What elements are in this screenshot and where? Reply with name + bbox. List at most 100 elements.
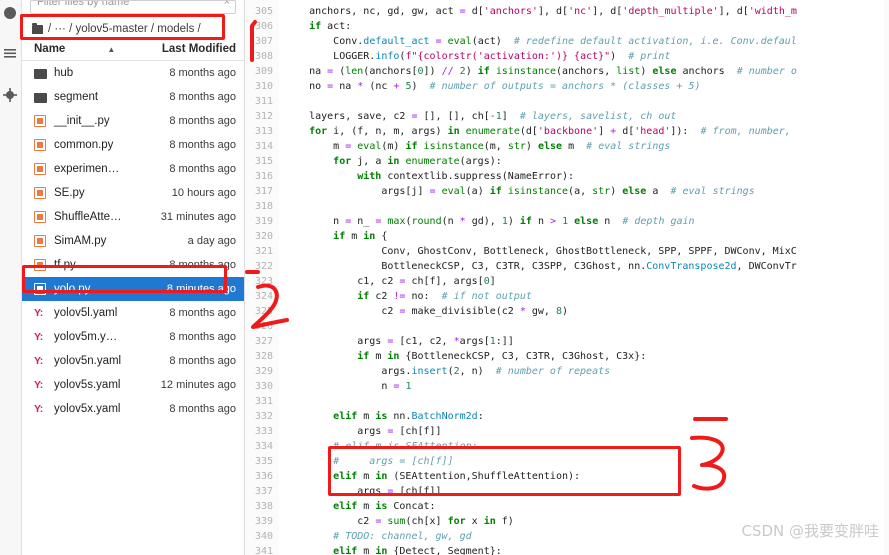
code-token: , n)	[459, 366, 496, 377]
code-line[interactable]: args.insert(2, n) # number of repeats	[285, 364, 889, 379]
code-token: c2	[369, 291, 394, 302]
code-line[interactable]: for i, (f, n, m, args) in enumerate(d['b…	[285, 124, 889, 139]
code-line[interactable]: n = n_ = max(round(n * gd), 1) if n > 1 …	[285, 214, 889, 229]
code-line[interactable]: elif m in {Detect, Segment}:	[285, 544, 889, 555]
file-row[interactable]: common.py 8 months ago	[22, 133, 244, 157]
code-line[interactable]: if act:	[285, 19, 889, 34]
clear-filter-icon[interactable]: ×	[224, 1, 230, 8]
code-token: {BottleneckCSP, C3, C3TR, C3Ghost, C3x}:	[399, 351, 647, 362]
code-token: na	[309, 66, 322, 77]
code-token: 'nc'	[568, 6, 593, 17]
file-row[interactable]: hub 8 months ago	[22, 61, 244, 85]
code-line[interactable]: with contextlib.suppress(NameError):	[285, 169, 889, 184]
code-line[interactable]: elif m is Concat:	[285, 499, 889, 514]
code-token: c1, c2	[357, 276, 400, 287]
code-line[interactable]: if m in {	[285, 229, 889, 244]
screenshot-root: Filter files by name × / ··· / yolov5-ma…	[0, 0, 889, 555]
code-token: 'activation:'	[477, 51, 556, 62]
file-row[interactable]: SE.py 10 hours ago	[22, 181, 244, 205]
code-token: c2	[381, 306, 400, 317]
code-token: in	[447, 126, 460, 137]
code-line[interactable]: args = [c1, c2, *args[1:]]	[285, 334, 889, 349]
file-row[interactable]: Y: yolov5l.yaml 8 months ago	[22, 301, 244, 325]
file-row[interactable]: ShuffleAtte… 31 minutes ago	[22, 205, 244, 229]
code-line[interactable]: c1, c2 = ch[f], args[0]	[285, 274, 889, 289]
code-line[interactable]: if c2 != no: # if not output	[285, 289, 889, 304]
code-token: =	[321, 81, 340, 92]
code-token: # layers, savelist, ch out	[519, 111, 677, 122]
file-row[interactable]: segment 8 months ago	[22, 85, 244, 109]
file-row[interactable]: Y: yolov5x.yaml 8 months ago	[22, 397, 244, 421]
code-token: else	[537, 141, 563, 152]
code-token: (d[	[519, 126, 538, 137]
code-token: (anchors,	[556, 66, 617, 77]
code-token: :	[477, 411, 484, 422]
list-rail-icon[interactable]	[1, 44, 19, 62]
code-token: 'width_m	[748, 6, 797, 17]
code-token: (ch[x]	[405, 516, 448, 527]
code-token: args[	[459, 336, 490, 347]
file-name: SE.py	[54, 187, 85, 199]
code-line[interactable]: n = 1	[285, 379, 889, 394]
code-line[interactable]: na = (len(anchors[0]) // 2) if isinstanc…	[285, 64, 889, 79]
breadcrumb-highlight-box	[20, 14, 225, 40]
code-line[interactable]: LOGGER.info(f"{colorstr('activation:')} …	[285, 49, 889, 64]
code-token: (a)	[465, 186, 490, 197]
code-line[interactable]: if m in {BottleneckCSP, C3, C3TR, C3Ghos…	[285, 349, 889, 364]
file-list-column-headers: Name ▲ Last Modified	[22, 40, 244, 61]
code-token: # from, number,	[700, 126, 791, 137]
code-line[interactable]: elif m is nn.BatchNorm2d:	[285, 409, 889, 424]
yaml-file-icon: Y:	[34, 402, 43, 415]
code-token: BatchNorm2d	[411, 411, 478, 422]
file-name: SimAM.py	[54, 235, 107, 247]
column-header-name[interactable]: Name ▲	[34, 43, 162, 55]
code-line[interactable]: c2 = make_divisible(c2 * gw, 8)	[285, 304, 889, 319]
column-header-last-modified[interactable]: Last Modified	[162, 43, 236, 55]
file-row[interactable]: Y: yolov5s.yaml 12 minutes ago	[22, 373, 244, 397]
code-line[interactable]	[285, 319, 889, 334]
code-token: max	[387, 216, 406, 227]
python-file-icon	[34, 210, 46, 223]
code-line[interactable]: no = na * (nc + 5) # number of outputs =…	[285, 79, 889, 94]
file-row[interactable]: experimen… 8 months ago	[22, 157, 244, 181]
python-file-icon	[34, 186, 46, 199]
code-token: nn.	[387, 411, 412, 422]
editor-scrollbar[interactable]	[884, 0, 889, 555]
code-line[interactable]: layers, save, c2 = [], [], ch[-1] # laye…	[285, 109, 889, 124]
code-line[interactable]: Conv.default_act = eval(act) # redefine …	[285, 34, 889, 49]
code-token: 'depth_multiple'	[622, 6, 719, 17]
code-token: args	[357, 336, 388, 347]
code-token: gw	[411, 6, 424, 17]
file-modified: 8 months ago	[169, 91, 236, 103]
code-token: else	[574, 216, 599, 227]
puzzle-rail-icon[interactable]	[1, 86, 19, 104]
folder-rail-icon[interactable]	[1, 4, 19, 22]
code-line[interactable]: args[j] = eval(a) if isinstance(a, str) …	[285, 184, 889, 199]
code-token: # number of repeats	[495, 366, 611, 377]
code-line[interactable]	[285, 94, 889, 109]
code-line[interactable]	[285, 199, 889, 214]
code-line[interactable]: BottleneckCSP, C3, C3TR, C3SPP, C3Ghost,…	[285, 259, 889, 274]
code-token: m	[369, 351, 388, 362]
code-line[interactable]: for j, a in enumerate(args):	[285, 154, 889, 169]
line-number: 319	[254, 216, 273, 227]
code-line[interactable]: anchors, nc, gd, gw, act = d['anchors'],…	[285, 4, 889, 19]
code-line[interactable]: args = [ch[f]]	[285, 424, 889, 439]
file-row[interactable]: Y: yolov5n.yaml 8 months ago	[22, 349, 244, 373]
file-row[interactable]: SimAM.py a day ago	[22, 229, 244, 253]
sort-ascending-icon[interactable]: ▲	[107, 45, 115, 54]
code-line[interactable]: m = eval(m) if isinstance(m, str) else m…	[285, 139, 889, 154]
filter-files-input[interactable]: Filter files by name ×	[30, 0, 236, 14]
code-line[interactable]: Conv, GhostConv, Bottleneck, GhostBottle…	[285, 244, 889, 259]
file-row[interactable]: __init__.py 8 months ago	[22, 109, 244, 133]
file-row[interactable]: Y: yolov5m.y… 8 months ago	[22, 325, 244, 349]
code-line[interactable]	[285, 394, 889, 409]
